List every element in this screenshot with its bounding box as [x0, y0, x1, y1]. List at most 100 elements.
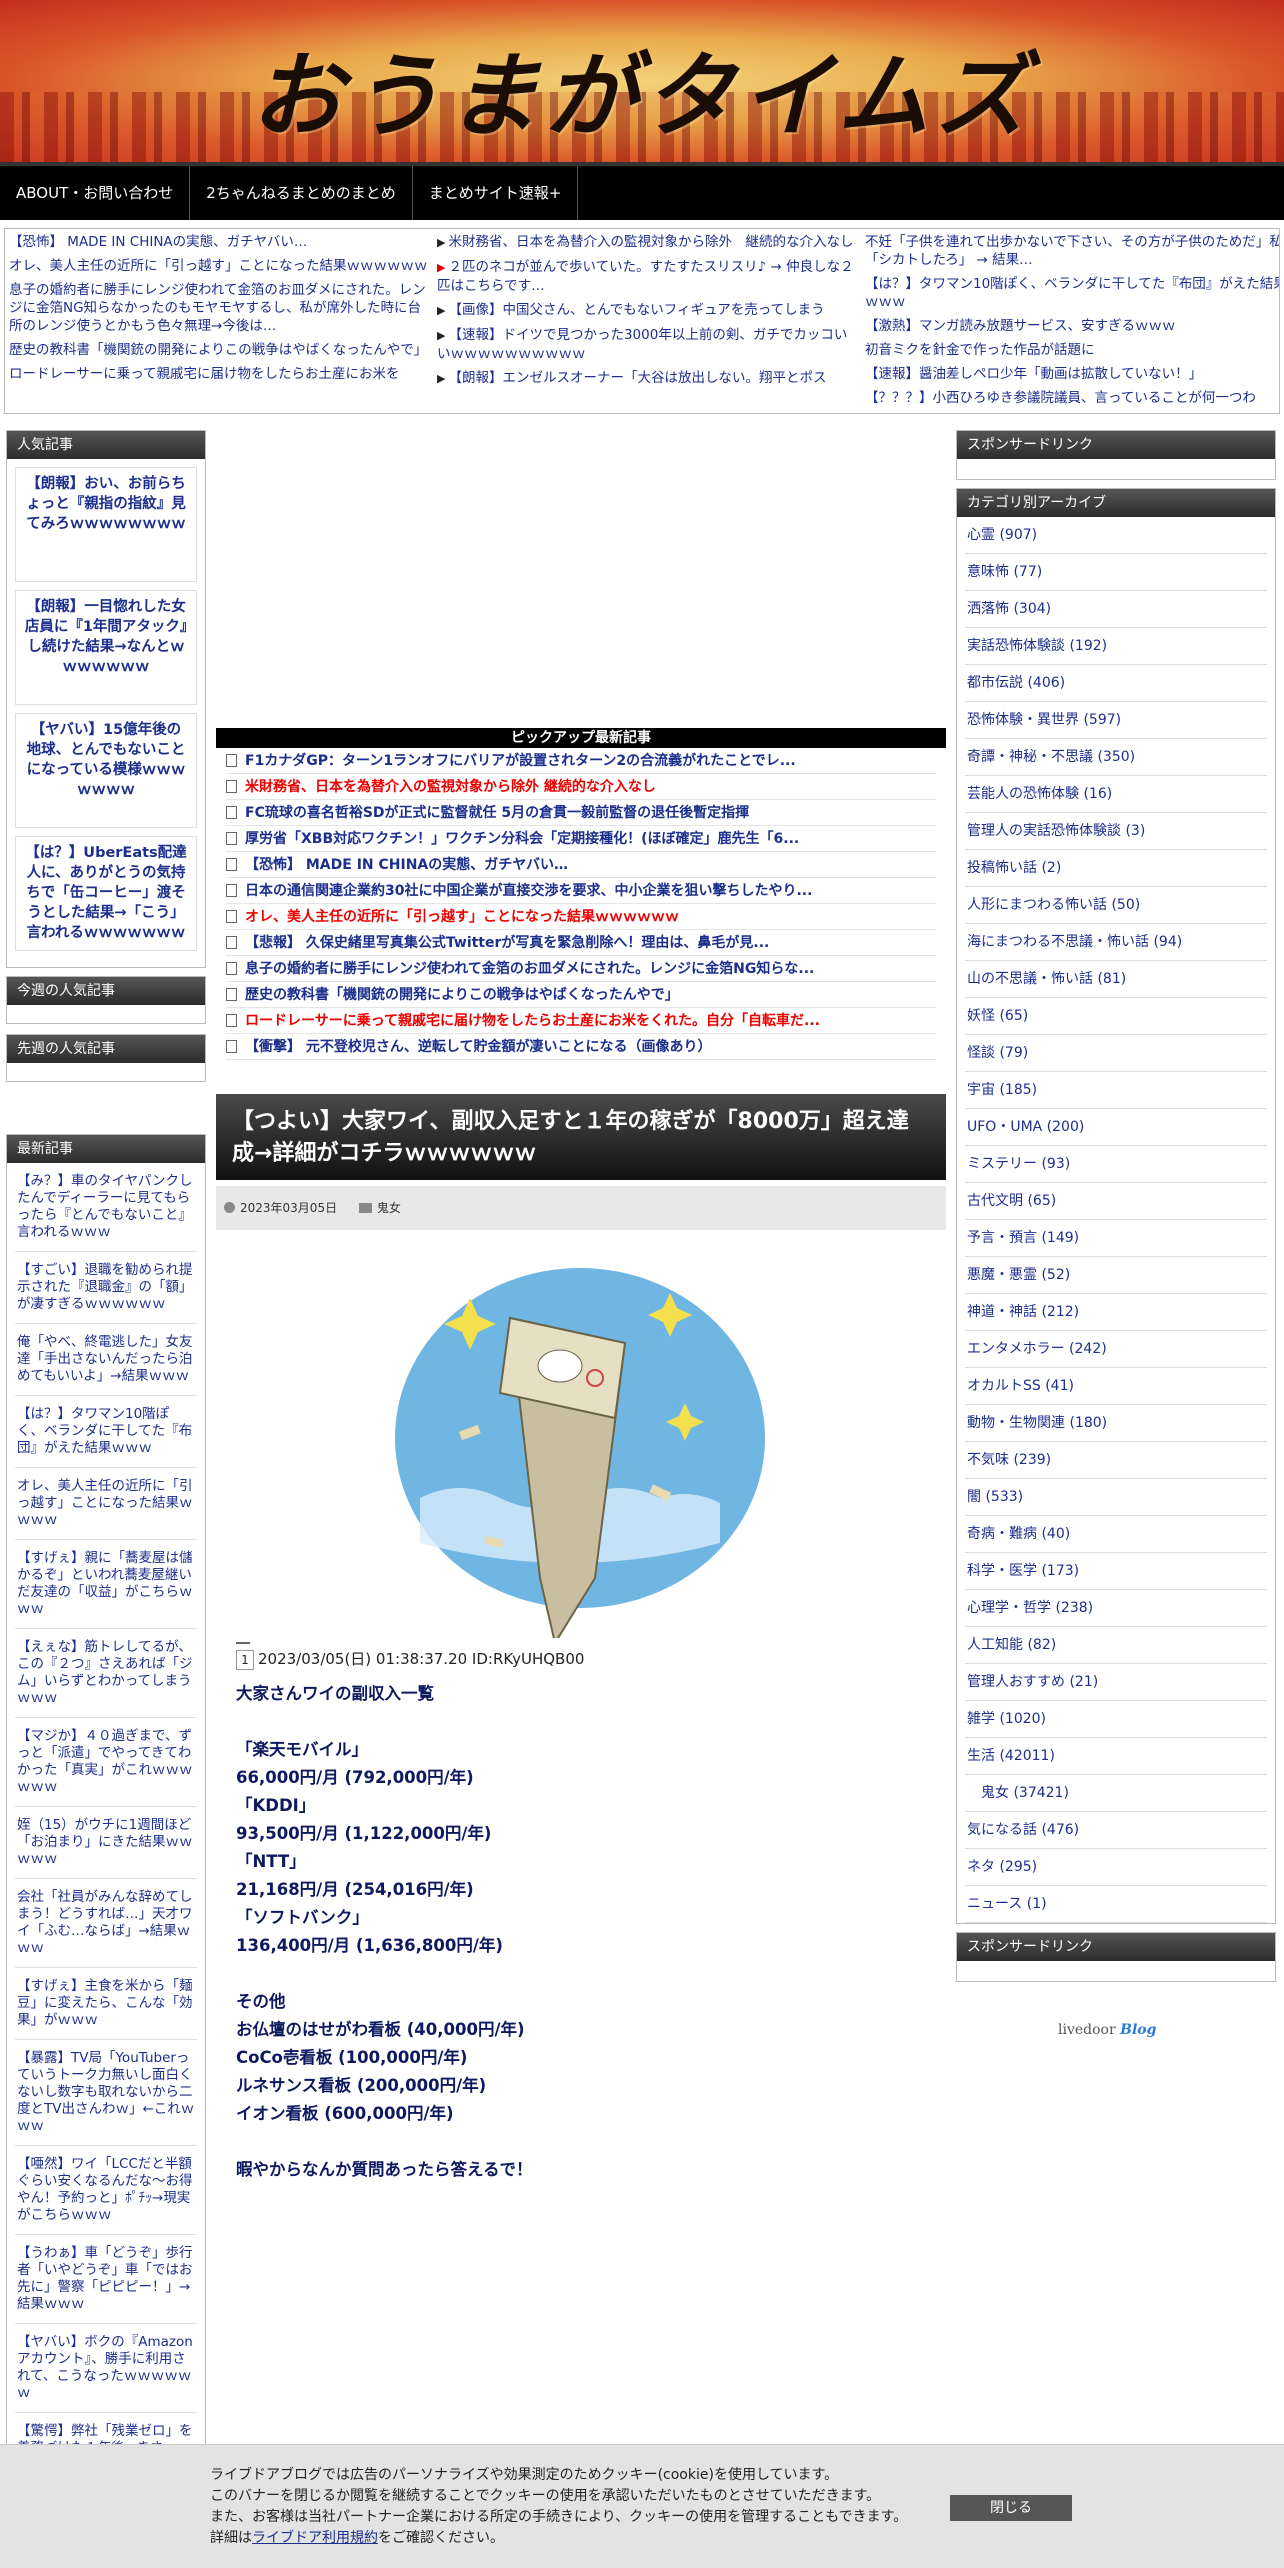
category-item[interactable]: 怪談 (79)	[965, 1035, 1267, 1072]
ticker-item[interactable]: 【激熱】マンガ読み放題サービス、安すぎるｗｗｗ	[865, 317, 1279, 335]
recent-item[interactable]: 会社「社員がみんな辞めてしまう！どうすれば…」天才ワイ「ふむ…ならば」→結果ｗｗ…	[15, 1879, 197, 1968]
category-item[interactable]: エンタメホラー (242)	[965, 1331, 1267, 1368]
category-item[interactable]: 生活 (42011)	[965, 1738, 1267, 1775]
pickup-item[interactable]: F1カナダGP：ターン1ランオフにバリアが設置されターン2の合流義がれたことでレ…	[226, 748, 936, 774]
category-item[interactable]: 鬼女 (37421)	[965, 1775, 1267, 1812]
category-item[interactable]: 雑学 (1020)	[965, 1701, 1267, 1738]
pickup-item[interactable]: 【衝撃】 元不登校児さん、逆転して貯金額が凄いことになる（画像あり）	[226, 1034, 936, 1060]
category-item[interactable]: 心理学・哲学 (238)	[965, 1590, 1267, 1627]
category-item[interactable]: 奇病・難病 (40)	[965, 1516, 1267, 1553]
pickup-item[interactable]: 歴史の教科書「機関銃の開発によりこの戦争はやばくなったんやで」	[226, 982, 936, 1008]
nav-2ch-matome[interactable]: 2ちゃんねるまとめのまとめ	[190, 166, 413, 220]
recent-item[interactable]: 【は？】タワマン10階ぽく、ベランダに干してた『布団』がえた結果ｗｗｗ	[15, 1396, 197, 1468]
category-item[interactable]: 芸能人の恐怖体験 (16)	[965, 776, 1267, 813]
category-item[interactable]: 科学・医学 (173)	[965, 1553, 1267, 1590]
recent-item[interactable]: 【すごい】退職を勧められ提示された『退職金』の「額」が凄すぎるｗｗｗｗｗｗ	[15, 1252, 197, 1324]
pickup-item[interactable]: オレ、美人主任の近所に「引っ越す」ことになった結果ｗｗｗｗｗｗ	[226, 904, 936, 930]
recent-item[interactable]: 俺「やべ、終電逃した」女友達「手出さないんだったら泊めてもいいよ」→結果ｗｗｗ	[15, 1324, 197, 1396]
ticker-item[interactable]: ▶ 【速報】ドイツで見つかった3000年以上前の剣、ガチでカッコいいｗｗｗｗｗｗｗ…	[437, 326, 859, 363]
cookie-close-button[interactable]: 閉じる	[950, 2495, 1072, 2521]
category-item[interactable]: オカルトSS (41)	[965, 1368, 1267, 1405]
category-item[interactable]: 人形にまつわる怖い話 (50)	[965, 887, 1267, 924]
pickup-item[interactable]: 【恐怖】 MADE IN CHINAの実態、ガチヤバい…	[226, 852, 936, 878]
category-item[interactable]: 山の不思議・怖い話 (81)	[965, 961, 1267, 998]
pickup-item[interactable]: 息子の婚約者に勝手にレンジ使われて金箔のお皿ダメにされた。レンジに金箔NG知らな…	[226, 956, 936, 982]
category-item[interactable]: 実話恐怖体験談 (192)	[965, 628, 1267, 665]
category-item[interactable]: 奇譚・神秘・不思議 (350)	[965, 739, 1267, 776]
category-item[interactable]: 都市伝説 (406)	[965, 665, 1267, 702]
popular-item[interactable]: 【朗報】一目惚れした女店員に『1年間アタック』し続けた結果→なんとｗｗｗｗｗｗｗ	[15, 590, 197, 705]
ticker-item[interactable]: 歴史の教科書「機関銃の開発によりこの戦争はやばくなったんやで」	[9, 341, 431, 359]
ticker-item[interactable]: 不妊「子供を連れて出歩かないで下さい、その方が子供のためだ」私「シカトしたろ」 …	[865, 233, 1279, 269]
recent-item[interactable]: 姪（15）がウチに1週間ほど「お泊まり」にきた結果ｗｗｗｗｗ	[15, 1807, 197, 1879]
category-item[interactable]: 不気味 (239)	[965, 1442, 1267, 1479]
site-banner[interactable]: おうまがタイムズ	[0, 0, 1284, 162]
category-item[interactable]: 管理人おすすめ (21)	[965, 1664, 1267, 1701]
post-number: 1	[236, 1650, 254, 1670]
category-item[interactable]: 意味怖 (77)	[965, 554, 1267, 591]
ticker-item[interactable]: 【恐怖】 MADE IN CHINAの実態、ガチヤバい…	[9, 233, 431, 251]
pickup-item[interactable]: 日本の通信関連企業約30社に中国企業が直接交渉を要求、中小企業を狙い撃ちしたやり…	[226, 878, 936, 904]
category-item[interactable]: ネタ (295)	[965, 1849, 1267, 1886]
recent-item[interactable]: オレ、美人主任の近所に「引っ越す」ことになった結果ｗｗｗｗ	[15, 1468, 197, 1540]
terms-link[interactable]: ライブドア利用規約	[252, 2530, 378, 2546]
recent-item[interactable]: 【マジか】４０過ぎまで、ずっと「派遣」でやってきてわかった「真実」がこれｗｗｗｗ…	[15, 1718, 197, 1807]
article-title[interactable]: 【つよい】大家ワイ、副収入足すと１年の稼ぎが「8000万」超え達成→詳細がコチラ…	[216, 1094, 946, 1180]
ticker-item[interactable]: オレ、美人主任の近所に「引っ越す」ことになった結果ｗｗｗｗｗｗ	[9, 257, 431, 275]
popular-item[interactable]: 【は？】UberEats配達人に、ありがとうの気持ちで「缶コーヒー」渡そうとした…	[15, 836, 197, 951]
nav-matome-sokuho[interactable]: まとめサイト速報+	[413, 166, 579, 220]
ticker-item[interactable]: 【は？】タワマン10階ぽく、ベランダに干してた『布団』がえた結果ｗｗｗ	[865, 275, 1279, 311]
nav-about[interactable]: ABOUT・お問い合わせ	[0, 166, 191, 220]
article-date: 2023年03月05日	[240, 1201, 338, 1215]
ticker-item[interactable]: 【速報】醤油差しペロ少年「動画は拡散していない！」	[865, 365, 1279, 383]
recent-item[interactable]: 【えぇな】筋トレしてるが、この『２つ』さえあれば「ジム」いらずとわかってしまうｗ…	[15, 1629, 197, 1718]
ticker-item[interactable]: ▶ 【画像】中国父さん、とんでもないフィギュアを売ってしまう	[437, 301, 859, 320]
popular-item[interactable]: 【ヤバい】15億年後の地球、とんでもないことになっている模様ｗｗｗｗｗｗｗ	[15, 713, 197, 828]
recent-item[interactable]: 【うわぁ】車「どうぞ」歩行者「いやどうぞ」車「ではお先に」警察「ピピピー！」→結…	[15, 2235, 197, 2324]
pickup-item[interactable]: 厚労省「XBB対応ワクチン！」ワクチン分科会「定期接種化！(ほぼ確定」鹿先生「6…	[226, 826, 936, 852]
recent-item[interactable]: 【すげぇ】親に「蕎麦屋は儲かるぞ」といわれ蕎麦屋継いだ友達の「収益」がこちらｗｗ…	[15, 1540, 197, 1629]
category-item[interactable]: 闇 (533)	[965, 1479, 1267, 1516]
article-category[interactable]: 鬼女	[377, 1201, 401, 1215]
livedoor-blog-logo[interactable]: livedoor Blog	[1058, 2022, 1156, 2038]
category-item[interactable]: 悪魔・悪霊 (52)	[965, 1257, 1267, 1294]
category-item[interactable]: 海にまつわる不思議・怖い話 (94)	[965, 924, 1267, 961]
category-item[interactable]: 妖怪 (65)	[965, 998, 1267, 1035]
recent-item[interactable]: 【唖然】ワイ「LCCだと半額ぐらい安くなるんだな～お得やん！予約っと」ﾎﾟﾁｯ→…	[15, 2146, 197, 2235]
category-item[interactable]: 管理人の実話恐怖体験談 (3)	[965, 813, 1267, 850]
ticker-item[interactable]: 息子の婚約者に勝手にレンジ使われて金箔のお皿ダメにされた。レンジに金箔NG知らな…	[9, 281, 431, 335]
recent-item[interactable]: 【み？】車のタイヤパンクしたんでディーラーに見てもらったら『とんでもないこと』言…	[15, 1163, 197, 1252]
category-item[interactable]: 人工知能 (82)	[965, 1627, 1267, 1664]
category-item[interactable]: 投稿怖い話 (2)	[965, 850, 1267, 887]
category-item[interactable]: 神道・神話 (212)	[965, 1294, 1267, 1331]
recent-item[interactable]: 【すげぇ】主食を米から「麺豆」に変えたら、こんな「効果」がｗｗｗ	[15, 1968, 197, 2040]
category-item[interactable]: 心霊 (907)	[965, 517, 1267, 554]
category-item[interactable]: 予言・預言 (149)	[965, 1220, 1267, 1257]
category-item[interactable]: 動物・生物関連 (180)	[965, 1405, 1267, 1442]
category-item[interactable]: ニュース (1)	[965, 1886, 1267, 1923]
document-icon	[226, 936, 237, 949]
recent-item[interactable]: 【暴露】TV局「YouTuberっていうトーク力無いし面白くないし数字も取れない…	[15, 2040, 197, 2146]
ticker-item[interactable]: ロードレーサーに乗って親戚宅に届け物をしたらお土産にお米を	[9, 365, 431, 383]
category-item[interactable]: 恐怖体験・異世界 (597)	[965, 702, 1267, 739]
pickup-item[interactable]: 米財務省、日本を為替介入の監視対象から除外 継続的な介入なし	[226, 774, 936, 800]
category-item[interactable]: 洒落怖 (304)	[965, 591, 1267, 628]
recent-item[interactable]: 【ヤバい】ボクの『Amazonアカウント』、勝手に利用されて、こうなったｗｗｗｗ…	[15, 2324, 197, 2413]
ticker-item[interactable]: ▶ 【朗報】エンゼルスオーナー「大谷は放出しない。翔平とポス	[437, 369, 859, 388]
ticker-item[interactable]: ▶ 米財務省、日本を為替介入の監視対象から除外 継続的な介入なし	[437, 233, 859, 252]
pickup-item-text: 【衝撃】 元不登校児さん、逆転して貯金額が凄いことになる（画像あり）	[245, 1039, 712, 1055]
site-title[interactable]: おうまがタイムズ	[0, 22, 1284, 155]
category-item[interactable]: 古代文明 (65)	[965, 1183, 1267, 1220]
category-item[interactable]: 気になる話 (476)	[965, 1812, 1267, 1849]
ticker-item[interactable]: 初音ミクを針金で作った作品が話題に	[865, 341, 1279, 359]
category-item[interactable]: ミステリー (93)	[965, 1146, 1267, 1183]
post-header: 1 2023/03/05(日) 01:38:37.20 ID:RKyUHQB00	[236, 1648, 936, 1670]
pickup-item[interactable]: ロードレーサーに乗って親戚宅に届け物をしたらお土産にお米をくれた。自分「自転車だ…	[226, 1008, 936, 1034]
pickup-item[interactable]: 【悲報】 久保史緒里写真集公式Twitterが写真を緊急削除へ！理由は、鼻毛が見…	[226, 930, 936, 956]
popular-item[interactable]: 【朗報】おい、お前らちょっと『親指の指紋』見てみろｗｗｗｗｗｗｗｗ	[15, 467, 197, 582]
category-item[interactable]: UFO・UMA (200)	[965, 1109, 1267, 1146]
category-item[interactable]: 宇宙 (185)	[965, 1072, 1267, 1109]
ticker-item[interactable]: 【？？？】小西ひろゆき参議院議員、言っていることが何一つわ	[865, 389, 1279, 407]
ticker-item[interactable]: ▶ ２匹のネコが並んで歩いていた。すたすたスリスリ♪ → 仲良しな２匹はこちらです…	[437, 258, 859, 295]
pickup-item[interactable]: FC琉球の喜名哲裕SDが正式に監督就任 5月の倉貫一毅前監督の退任後暫定指揮	[226, 800, 936, 826]
